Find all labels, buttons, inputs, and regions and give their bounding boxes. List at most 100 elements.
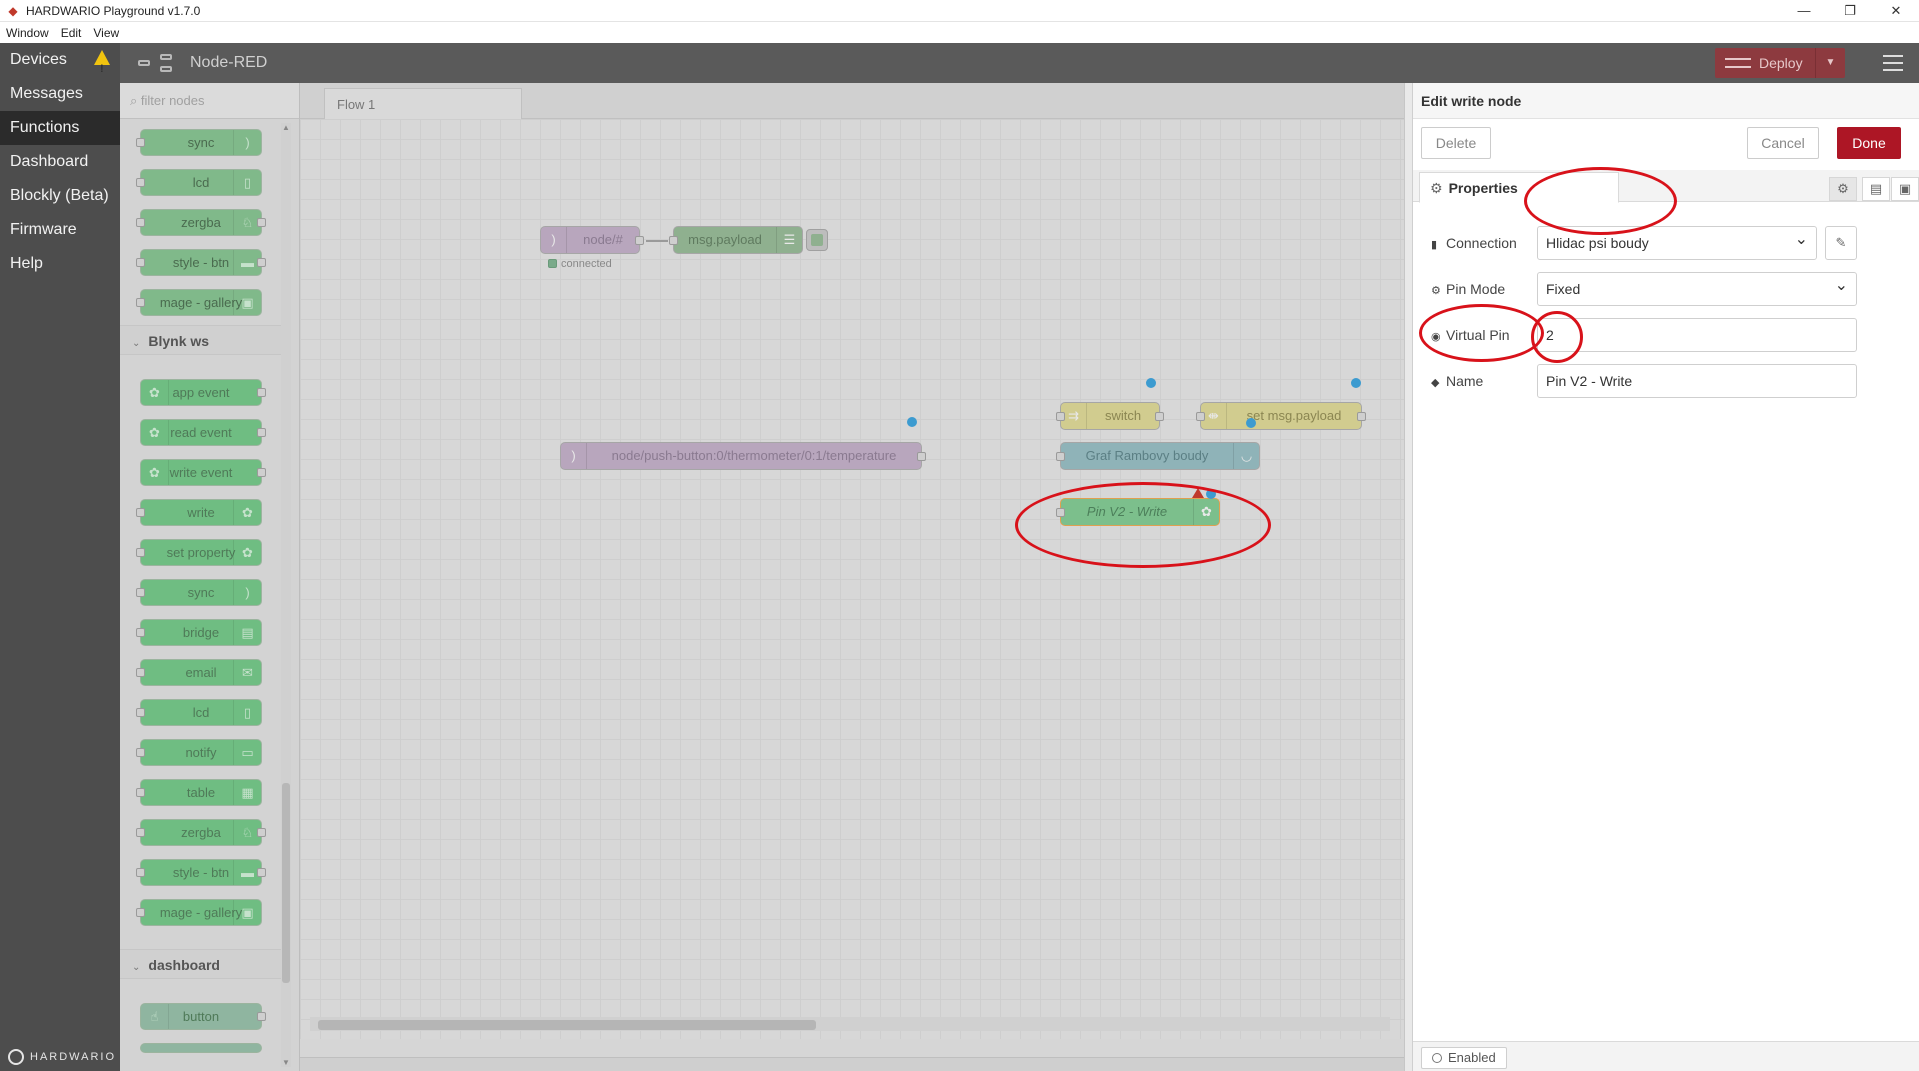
- nodered-header: Node-RED Deploy ▼: [120, 43, 1919, 83]
- palette-node-write-event[interactable]: ✿ write event: [140, 459, 266, 486]
- deploy-dropdown-icon[interactable]: ▼: [1815, 48, 1845, 78]
- palette-node-style-btn-ws[interactable]: style - btn ▬: [136, 859, 266, 886]
- delete-button[interactable]: Delete: [1421, 127, 1491, 159]
- done-button[interactable]: Done: [1837, 127, 1901, 159]
- enabled-toggle[interactable]: Enabled: [1421, 1047, 1507, 1069]
- palette-node-label: zergba: [181, 825, 221, 840]
- flow-canvas[interactable]: ) node/# connected msg.payload ☰ ⇉ switc…: [300, 119, 1404, 1039]
- flow-node-switch[interactable]: ⇉ switch: [1056, 402, 1164, 430]
- menu-edit[interactable]: Edit: [61, 26, 82, 40]
- palette-node-zergba[interactable]: zergba ♘: [136, 209, 266, 236]
- palette-scroll-thumb[interactable]: [282, 783, 290, 983]
- palette-node-write[interactable]: write ✿: [136, 499, 262, 526]
- sync-icon: ): [233, 130, 261, 155]
- warning-icon: [94, 50, 110, 86]
- palette-node-label: bridge: [182, 625, 220, 640]
- palette-node-notify[interactable]: notify ▭: [136, 739, 262, 766]
- tab-label: Flow 1: [337, 97, 376, 112]
- flow-tabs: Flow 1: [300, 83, 1404, 119]
- panel-divider[interactable]: [1404, 83, 1412, 1071]
- palette-node-partial[interactable]: [140, 1043, 262, 1053]
- brand-text: HARDWARIO: [30, 1051, 117, 1063]
- deploy-button[interactable]: Deploy ▼: [1715, 48, 1845, 78]
- palette-node-image-gallery-ws[interactable]: mage - gallery ▣: [136, 899, 262, 926]
- menu-window[interactable]: Window: [6, 26, 49, 40]
- scroll-up-icon[interactable]: ▲: [282, 123, 290, 132]
- filter-placeholder: filter nodes: [140, 93, 205, 108]
- nav-functions[interactable]: Functions: [0, 111, 120, 145]
- minimize-icon[interactable]: —: [1781, 0, 1827, 22]
- field-row-name: ◆ Name Pin V2 - Write: [1413, 364, 1919, 398]
- appearance-icon[interactable]: ▣: [1891, 177, 1919, 201]
- palette-node-lcd-ws[interactable]: lcd ▯: [136, 699, 262, 726]
- palette-node-bridge[interactable]: bridge ▤: [136, 619, 262, 646]
- edit-connection-button[interactable]: ✎: [1825, 226, 1857, 260]
- flow-node-label: node/push-button:0/thermometer/0:1/tempe…: [611, 448, 897, 463]
- settings-gear-icon[interactable]: ⚙: [1829, 177, 1857, 201]
- palette-node-read-event[interactable]: ✿ read event: [140, 419, 266, 446]
- maximize-icon[interactable]: ❐: [1827, 0, 1873, 22]
- palette-node-lcd[interactable]: lcd ▯: [136, 169, 262, 196]
- field-row-pin-mode: ⚙ Pin Mode Fixed: [1413, 272, 1919, 306]
- palette-node-button[interactable]: ☝ button: [140, 1003, 266, 1030]
- lcd-icon: ▯: [233, 700, 261, 725]
- scroll-down-icon[interactable]: ▼: [282, 1058, 290, 1067]
- palette-node-label: sync: [187, 135, 215, 150]
- palette-node-table[interactable]: table ▦: [136, 779, 262, 806]
- palette-node-sync-ws[interactable]: sync): [136, 579, 262, 606]
- palette-scrollbar[interactable]: ▲ ▼: [281, 123, 291, 1067]
- virtual-pin-input[interactable]: 2: [1537, 318, 1857, 352]
- nav-devices[interactable]: Devices: [0, 43, 120, 86]
- debug-toggle-button[interactable]: [806, 229, 828, 251]
- nav-dashboard[interactable]: Dashboard: [0, 145, 120, 179]
- palette-node-set-property[interactable]: set property ✿: [136, 539, 262, 566]
- window-titlebar: ◆ HARDWARIO Playground v1.7.0 — ❐ ✕: [0, 0, 1919, 22]
- palette-node-email[interactable]: email ✉: [136, 659, 262, 686]
- flow-node-mqtt-in[interactable]: ) node/#: [540, 226, 644, 254]
- changed-indicator-icon: [1351, 378, 1361, 388]
- brand-logo: HARDWARIO: [8, 1049, 116, 1065]
- workspace-scrollbar[interactable]: [310, 1017, 1390, 1031]
- nav-blockly[interactable]: Blockly (Beta): [0, 179, 120, 213]
- flow-wire[interactable]: [646, 240, 668, 242]
- workspace-scroll-thumb[interactable]: [318, 1020, 816, 1030]
- palette-node-style-btn[interactable]: style - btn ▬: [136, 249, 266, 276]
- cancel-button[interactable]: Cancel: [1747, 127, 1819, 159]
- palette-node-zergba-ws[interactable]: zergba ♘: [136, 819, 266, 846]
- name-value: Pin V2 - Write: [1546, 373, 1633, 389]
- category-label: Blynk ws: [148, 333, 210, 349]
- category-blynk-ws[interactable]: ⌄ Blynk ws: [120, 325, 285, 355]
- flow-node-mqtt-temperature[interactable]: ) node/push-button:0/thermometer/0:1/tem…: [560, 442, 926, 470]
- palette-node-image-gallery[interactable]: mage - gallery ▣: [136, 289, 262, 316]
- close-icon[interactable]: ✕: [1873, 0, 1919, 22]
- flow-node-change[interactable]: ⇼ set msg.payload: [1196, 402, 1366, 430]
- menu-view[interactable]: View: [93, 26, 119, 40]
- palette-node-sync[interactable]: sync): [136, 129, 262, 156]
- node-palette: ⌕ filter nodes sync) lcd ▯ zergba ♘ style …: [120, 83, 300, 1071]
- lcd-icon: ▯: [233, 170, 261, 195]
- flow-node-gauge[interactable]: Graf Rambovy boudy ◡: [1056, 442, 1260, 470]
- palette-node-label: set property: [166, 545, 236, 560]
- flow-node-label: Graf Rambovy boudy: [1085, 448, 1209, 463]
- category-dashboard[interactable]: ⌄ dashboard: [120, 949, 285, 979]
- nav-messages[interactable]: Messages: [0, 77, 120, 111]
- tab-flow-1[interactable]: Flow 1: [324, 88, 522, 119]
- palette-node-label: write: [187, 505, 215, 520]
- flow-node-debug[interactable]: msg.payload ☰: [669, 226, 803, 254]
- description-icon[interactable]: ▤: [1862, 177, 1890, 201]
- tag-icon: ◆: [1431, 377, 1440, 389]
- palette-node-label: button: [182, 1009, 220, 1024]
- pin-mode-select[interactable]: Fixed: [1537, 272, 1857, 306]
- name-input[interactable]: Pin V2 - Write: [1537, 364, 1857, 398]
- palette-node-app-event[interactable]: ✿ app event: [140, 379, 266, 406]
- pin-mode-value: Fixed: [1546, 281, 1581, 297]
- filter-nodes-input[interactable]: ⌕ filter nodes: [120, 83, 299, 119]
- nav-blockly-label: Blockly (Beta): [10, 187, 109, 204]
- nav-help[interactable]: Help: [0, 247, 120, 281]
- sync-icon: ): [233, 580, 261, 605]
- blynk-icon: ✿: [233, 540, 261, 565]
- nav-firmware[interactable]: Firmware: [0, 213, 120, 247]
- flow-node-label: set msg.payload: [1246, 408, 1342, 423]
- menu-icon[interactable]: [1883, 55, 1903, 71]
- blynk-icon: ✿: [233, 500, 261, 525]
